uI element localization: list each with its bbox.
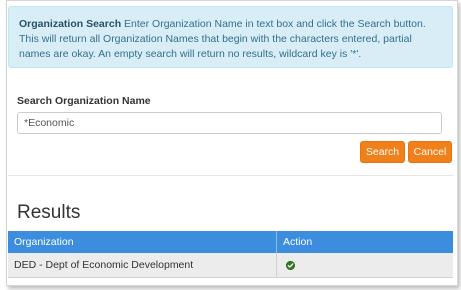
column-header-organization[interactable]: Organization [8, 231, 277, 253]
cell-action [276, 253, 453, 278]
cancel-button[interactable]: Cancel [408, 141, 452, 163]
table-header-row: Organization Action [8, 231, 453, 253]
search-button[interactable]: Search [360, 141, 405, 163]
divider [8, 175, 453, 176]
search-input[interactable] [17, 112, 442, 134]
results-heading: Results [17, 202, 81, 223]
info-title: Organization Search [19, 18, 122, 30]
column-header-action[interactable]: Action [276, 231, 453, 253]
cell-organization: DED - Dept of Economic Development [8, 253, 277, 278]
table-row: DED - Dept of Economic Development [8, 253, 453, 278]
info-alert: Organization Search Enter Organization N… [8, 6, 453, 68]
check-circle-icon[interactable] [286, 260, 295, 270]
results-table: Organization Action DED - Dept of Econom… [8, 231, 453, 278]
search-label: Search Organization Name [17, 95, 151, 107]
